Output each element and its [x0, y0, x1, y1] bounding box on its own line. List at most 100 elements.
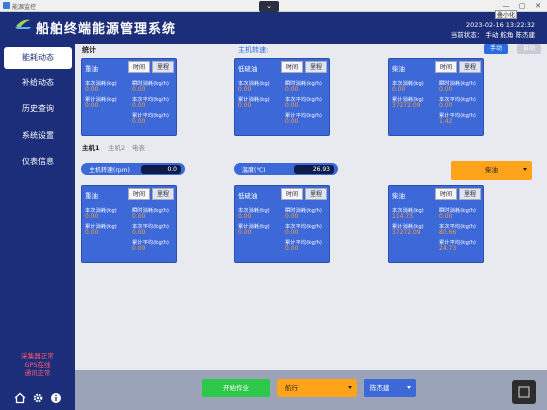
value-total: 37272.09	[392, 102, 421, 109]
device-status: 采集器正常 GPS在线 通讯正常	[0, 352, 75, 378]
chevron-down-icon	[348, 386, 352, 389]
time-tab[interactable]: 时间	[128, 188, 150, 200]
operator-dropdown[interactable]: 陈杰建	[364, 379, 416, 397]
value-total: 0.00	[85, 102, 99, 109]
app-title: 船舶终端能源管理系统	[36, 22, 177, 37]
fuel-type-selected: 柴油	[485, 166, 498, 174]
value-avg: 0.00	[285, 102, 299, 109]
tab-engine-1[interactable]: 主机1	[82, 142, 100, 152]
sidebar: 能耗动态 补给动态 历史查询 系统设置 仪表信息 采集器正常 GPS在线 通讯正…	[0, 44, 75, 410]
sidebar-icon-row	[8, 392, 68, 406]
value-avg: 0.00	[285, 229, 299, 236]
nav-system-settings[interactable]: 系统设置	[4, 125, 72, 147]
stats-title: 统计	[82, 46, 96, 54]
main-panel: 统计 主机转速: 手动 自动 重油 时间 里程 本次消耗(kg) 瞬时消耗(kg…	[75, 44, 547, 370]
time-tab[interactable]: 时间	[281, 188, 303, 200]
value-rate: 0.00	[132, 213, 146, 220]
current-status: 当前状态： 手动 舵角 陈杰建	[450, 31, 535, 39]
mileage-tab[interactable]: 里程	[305, 61, 327, 73]
fuel-type-dropdown[interactable]: 柴油	[451, 161, 532, 180]
language-tag[interactable]: 叠小化	[495, 10, 517, 19]
time-tab[interactable]: 时间	[128, 61, 150, 73]
home-icon[interactable]	[14, 392, 26, 404]
value-current: 0.00	[85, 86, 99, 93]
value-avg: 0.00	[439, 102, 453, 109]
sailing-mode-dropdown[interactable]: 航行	[277, 379, 357, 397]
ship-logo-icon	[15, 19, 31, 29]
temperature-label: 温度(℃)	[242, 167, 266, 174]
value-total-avg: 24.73	[439, 245, 457, 252]
stats-card-low-sulfur-oil: 低硫油 时间 里程 本次消耗(kg) 瞬时消耗(kg/h) 0.00 0.00 …	[234, 58, 330, 136]
mileage-tab[interactable]: 里程	[152, 61, 174, 73]
engine-card-diesel: 柴油 时间 里程 本次消耗(kg) 瞬时消耗(kg/h) 114.73 0.00…	[388, 185, 484, 263]
value-total-avg: 1.42	[439, 118, 453, 125]
mileage-tab[interactable]: 里程	[459, 188, 481, 200]
gear-icon[interactable]	[32, 392, 44, 404]
value-total-avg: 0.00	[132, 118, 146, 125]
value-total: 0.00	[85, 229, 99, 236]
value-total-avg: 0.00	[285, 118, 299, 125]
value-avg: 80.66	[439, 229, 457, 236]
value-current: 0.00	[392, 86, 406, 93]
value-current: 114.73	[392, 213, 413, 220]
fuel-name: 重油	[85, 65, 98, 73]
value-avg: 0.00	[132, 229, 146, 236]
overlay-widget[interactable]	[512, 380, 536, 404]
value-total: 0.00	[238, 229, 252, 236]
value-current: 0.00	[85, 213, 99, 220]
temperature-value: 26.93	[294, 164, 334, 174]
manual-mode-button[interactable]: 手动	[484, 44, 508, 54]
value-total-avg: 0.00	[132, 245, 146, 252]
stats-card-heavy-oil: 重油 时间 里程 本次消耗(kg) 瞬时消耗(kg/h) 0.00 0.00 累…	[81, 58, 177, 136]
fuel-name: 重油	[85, 192, 98, 200]
bottom-action-bar: 开始作业 航行 陈杰建	[75, 370, 547, 410]
value-avg: 0.00	[132, 102, 146, 109]
value-rate: 0.00	[439, 86, 453, 93]
mileage-tab[interactable]: 里程	[152, 188, 174, 200]
start-operation-button[interactable]: 开始作业	[202, 379, 270, 397]
nav-history-query[interactable]: 历史查询	[4, 98, 72, 120]
rpm-label: 主机转速(rpm)	[89, 167, 130, 174]
value-rate: 0.00	[439, 213, 453, 220]
fuel-name: 低硫油	[238, 65, 258, 73]
mileage-tab[interactable]: 里程	[305, 188, 327, 200]
tab-meter[interactable]: 电表	[132, 142, 145, 152]
app-header: 船舶终端能源管理系统 叠小化 2023-02-16 13:22:32 当前状态：…	[0, 10, 547, 44]
temperature-display: 温度(℃) 26.93	[234, 163, 338, 175]
maximize-button[interactable]: ▢	[515, 1, 529, 11]
window-overlay-icon	[518, 386, 530, 398]
value-current: 0.00	[238, 86, 252, 93]
engine-speed-label: 主机转速:	[238, 46, 269, 54]
sailing-mode-selected: 航行	[285, 384, 298, 392]
nav-supply-dynamics[interactable]: 补给动态	[4, 72, 72, 94]
value-current: 0.00	[238, 213, 252, 220]
fuel-name: 柴油	[392, 192, 405, 200]
datetime: 2023-02-16 13:22:32	[465, 21, 535, 29]
time-tab[interactable]: 时间	[281, 61, 303, 73]
value-rate: 0.00	[132, 86, 146, 93]
close-button[interactable]: ✕	[531, 1, 545, 11]
chevron-down-icon	[523, 168, 527, 171]
chevron-down-icon	[407, 386, 411, 389]
engine-card-heavy-oil: 重油 时间 里程 本次消耗(kg) 瞬时消耗(kg/h) 0.00 0.00 累…	[81, 185, 177, 263]
time-tab[interactable]: 时间	[435, 61, 457, 73]
auto-mode-button[interactable]: 自动	[517, 44, 541, 54]
collector-status: 采集器正常	[21, 352, 54, 360]
engine-card-low-sulfur-oil: 低硫油 时间 里程 本次消耗(kg) 瞬时消耗(kg/h) 0.00 0.00 …	[234, 185, 330, 263]
fuel-name: 低硫油	[238, 192, 258, 200]
value-rate: 0.00	[285, 213, 299, 220]
nav-energy-dynamics[interactable]: 能耗动态	[4, 47, 72, 69]
value-total: 0.00	[238, 102, 252, 109]
operator-selected: 陈杰建	[370, 384, 390, 392]
fuel-name: 柴油	[392, 65, 405, 73]
window-title: 能源监控	[12, 4, 37, 11]
collapse-toggle-button[interactable]: ⌄	[259, 1, 279, 12]
app-icon	[3, 2, 10, 9]
tab-engine-2[interactable]: 主机2	[108, 142, 125, 152]
info-icon[interactable]	[50, 392, 62, 404]
engine-rpm-display: 主机转速(rpm) 0.0	[81, 163, 185, 175]
time-tab[interactable]: 时间	[435, 188, 457, 200]
mileage-tab[interactable]: 里程	[459, 61, 481, 73]
nav-instrument-info[interactable]: 仪表信息	[4, 151, 72, 173]
value-rate: 0.00	[285, 86, 299, 93]
